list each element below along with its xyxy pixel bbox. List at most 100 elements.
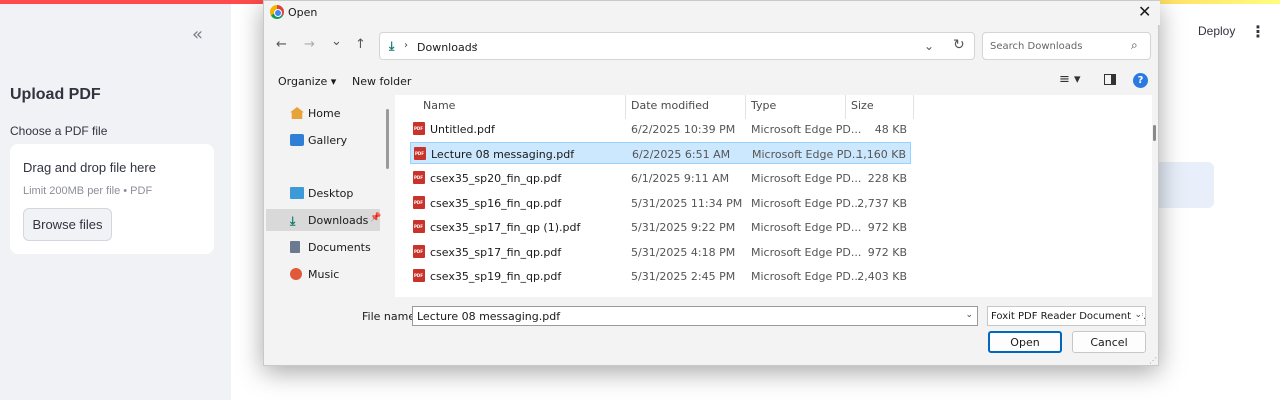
recent-locations-icon[interactable]: ⌄ [331, 34, 342, 49]
cancel-button[interactable]: Cancel [1072, 331, 1146, 353]
command-bar: Organize ▾ New folder ≡ ▾ ? [264, 69, 1160, 93]
pdf-file-icon [413, 220, 425, 233]
nav-item-label: Music [308, 267, 340, 281]
column-header-date[interactable]: Date modified [631, 99, 709, 112]
breadcrumb-separator[interactable]: › [474, 40, 478, 51]
open-button[interactable]: Open [988, 331, 1062, 353]
nav-item-label: Downloads [308, 213, 369, 227]
up-folder-icon[interactable]: ↑ [355, 37, 366, 52]
browse-files-button[interactable]: Browse files [23, 208, 112, 241]
new-folder-button[interactable]: New folder [352, 75, 411, 88]
search-input[interactable]: Search Downloads ⌕ [982, 32, 1151, 60]
nav-item-downloads[interactable]: ⤓ Downloads 📌 [266, 209, 382, 231]
file-row[interactable]: csex35_sp20_fin_qp.pdf 6/1/2025 9:11 AM … [410, 167, 911, 189]
refresh-icon[interactable]: ↻ [953, 37, 965, 53]
nav-item-label: Gallery [308, 133, 348, 147]
file-name-input[interactable]: Lecture 08 messaging.pdf ⌄ [412, 306, 978, 326]
file-dropzone[interactable]: Drag and drop file here Limit 200MB per … [10, 144, 214, 254]
file-type: Microsoft Edge PD... [751, 123, 862, 136]
documents-icon [290, 241, 300, 253]
preview-pane-icon[interactable] [1104, 74, 1116, 85]
file-uploader-label: Choose a PDF file [10, 124, 108, 138]
file-row[interactable]: Untitled.pdf 6/2/2025 10:39 PM Microsoft… [410, 118, 911, 140]
search-icon[interactable]: ⌕ [1131, 38, 1138, 53]
sidebar-title: Upload PDF [10, 86, 101, 103]
file-size: 972 KB [867, 221, 907, 234]
file-row-selected[interactable]: Lecture 08 messaging.pdf 6/2/2025 6:51 A… [410, 142, 911, 164]
column-divider[interactable] [913, 95, 914, 119]
file-size: 972 KB [867, 246, 907, 259]
search-placeholder: Search Downloads [990, 41, 1083, 52]
file-date: 5/31/2025 2:45 PM [631, 270, 736, 283]
address-bar[interactable]: ⤓ › Downloads › ⌄ ↻ [379, 32, 975, 60]
file-name-value: Lecture 08 messaging.pdf [417, 310, 561, 323]
nav-item-label: Desktop [308, 186, 354, 200]
column-divider[interactable] [745, 95, 746, 119]
column-divider[interactable] [625, 95, 626, 119]
file-size: 1,160 KB [856, 148, 906, 161]
app-sidebar: « Upload PDF Choose a PDF file Drag and … [0, 4, 231, 400]
dropzone-title: Drag and drop file here [23, 160, 156, 175]
column-header-name[interactable]: Name [423, 99, 455, 112]
nav-item-gallery[interactable]: Gallery [290, 129, 347, 151]
nav-item-home[interactable]: Home [290, 102, 340, 124]
file-size: 228 KB [867, 172, 907, 185]
column-header-size[interactable]: Size [851, 99, 874, 112]
breadcrumb-downloads[interactable]: Downloads [417, 41, 477, 54]
file-type-value: Foxit PDF Reader Document (*.pdf) [991, 311, 1145, 322]
chrome-icon [270, 5, 284, 19]
file-name: csex35_sp19_fin_qp.pdf [430, 270, 562, 283]
deploy-button[interactable]: Deploy [1198, 24, 1235, 38]
column-header-type[interactable]: Type [751, 99, 776, 112]
chevron-down-icon[interactable]: ⌄ [965, 310, 973, 320]
pdf-file-icon [413, 196, 425, 209]
open-file-dialog: Open ✕ ← → ⌄ ↑ ⤓ › Downloads › ⌄ ↻ Searc… [263, 0, 1160, 366]
file-date: 6/2/2025 6:51 AM [632, 148, 731, 161]
nav-item-music[interactable]: Music 📌 [290, 263, 405, 285]
file-name: csex35_sp20_fin_qp.pdf [430, 172, 562, 185]
breadcrumb-separator[interactable]: › [404, 40, 408, 51]
main-menu-icon[interactable]: ⋮ [1250, 22, 1266, 42]
pdf-file-icon [414, 147, 426, 160]
collapse-sidebar-icon[interactable]: « [192, 24, 203, 45]
downloads-icon: ⤓ [290, 214, 296, 228]
file-type: Microsoft Edge PD... [751, 197, 862, 210]
file-type: Microsoft Edge PD... [751, 172, 862, 185]
nav-item-label: Documents [308, 240, 371, 254]
resize-grip-icon[interactable]: ⋰ [1149, 356, 1157, 365]
navigation-pane-scrollbar[interactable] [386, 109, 389, 169]
nav-item-label: Home [308, 106, 341, 120]
file-type: Microsoft Edge PD... [751, 221, 862, 234]
file-row[interactable]: csex35_sp16_fin_qp.pdf 5/31/2025 11:34 P… [410, 192, 911, 214]
file-name: csex35_sp16_fin_qp.pdf [430, 197, 562, 210]
column-divider[interactable] [845, 95, 846, 119]
gallery-icon [290, 134, 304, 146]
chevron-down-icon[interactable]: ⌄ [1134, 310, 1142, 320]
back-icon[interactable]: ← [276, 37, 287, 52]
file-name: csex35_sp17_fin_qp.pdf [430, 246, 562, 259]
close-icon[interactable]: ✕ [1138, 2, 1151, 21]
file-type-select[interactable]: Foxit PDF Reader Document (*.pdf) ⌄ [987, 306, 1146, 326]
file-size: 2,737 KB [857, 197, 907, 210]
file-date: 6/1/2025 9:11 AM [631, 172, 730, 185]
navigation-pane: Home Gallery Desktop 📌 ⤓ Downloads 📌 Doc… [264, 95, 405, 297]
info-alert [1158, 162, 1214, 208]
nav-item-desktop[interactable]: Desktop 📌 [290, 182, 405, 204]
file-row[interactable]: csex35_sp17_fin_qp (1).pdf 5/31/2025 9:2… [410, 216, 911, 238]
download-folder-icon: ⤓ [389, 39, 395, 53]
file-name: Untitled.pdf [430, 123, 495, 136]
forward-icon[interactable]: → [304, 37, 315, 52]
dropzone-limit: Limit 200MB per file • PDF [23, 185, 153, 197]
nav-item-documents[interactable]: Documents 📌 [290, 236, 405, 258]
file-list: Name Date modified Type Size Untitled.pd… [395, 95, 1152, 297]
view-options-icon[interactable]: ≡ ▾ [1059, 72, 1081, 87]
file-row[interactable]: csex35_sp19_fin_qp.pdf 5/31/2025 2:45 PM… [410, 265, 911, 287]
address-dropdown-icon[interactable]: ⌄ [924, 39, 934, 53]
organize-menu[interactable]: Organize ▾ [278, 75, 336, 88]
dialog-titlebar: Open ✕ [264, 1, 1160, 25]
pin-icon: 📌 [370, 213, 382, 223]
file-row[interactable]: csex35_sp17_fin_qp.pdf 5/31/2025 4:18 PM… [410, 241, 911, 263]
dialog-title: Open [288, 6, 318, 19]
help-icon[interactable]: ? [1133, 73, 1148, 88]
file-list-scrollbar[interactable] [1153, 125, 1156, 141]
